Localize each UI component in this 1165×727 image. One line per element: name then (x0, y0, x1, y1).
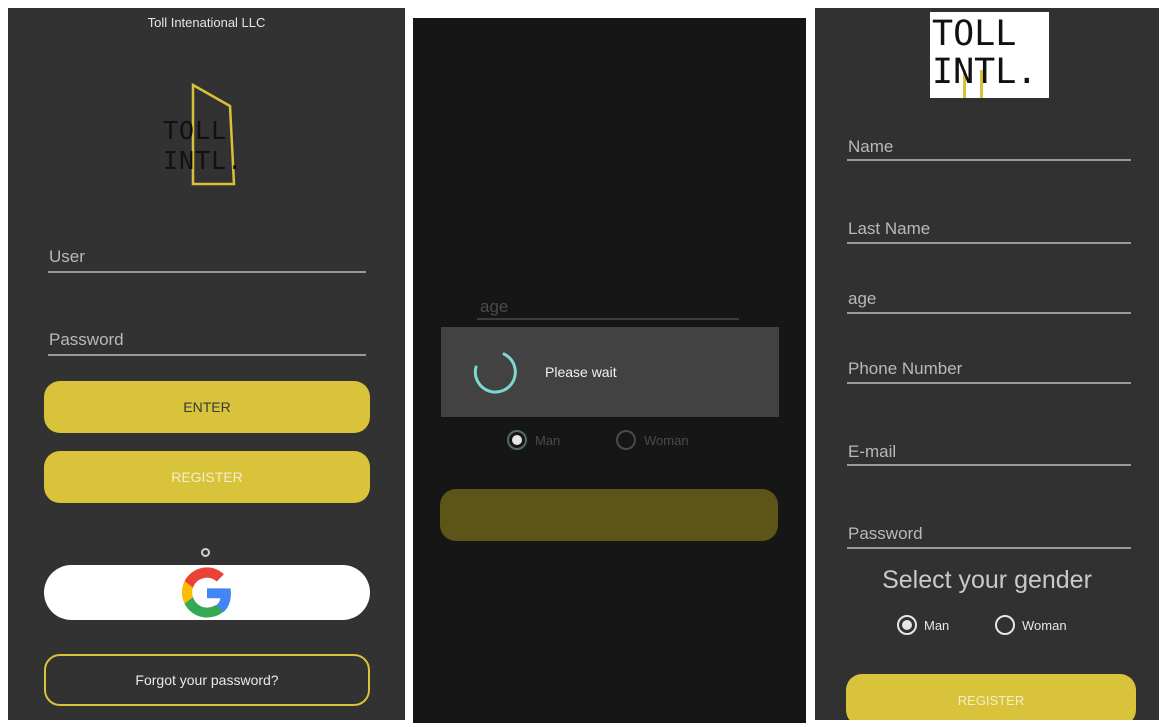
register-button-label: REGISTER (171, 469, 243, 485)
company-name: Toll Intenational LLC (147, 15, 266, 30)
logo-text-line1: TOLL (163, 116, 228, 145)
register-button[interactable]: REGISTER (846, 674, 1136, 720)
google-icon (181, 566, 231, 617)
login-screen: Toll Intenational LLC TOLL INTL. User Pa… (8, 8, 405, 720)
email-input[interactable] (847, 464, 1131, 466)
app-logo: TOLL INTL. (158, 80, 258, 190)
enter-button[interactable]: ENTER (44, 381, 370, 433)
forgot-password-label: Forgot your password? (135, 672, 279, 688)
dimmed-submit-button (440, 489, 778, 541)
logo-text-line1: TOLL (932, 14, 1017, 54)
woman-radio-label: Woman (1022, 618, 1067, 633)
last-name-input[interactable] (847, 242, 1131, 244)
screenshot-collage: Toll Intenational LLC TOLL INTL. User Pa… (0, 0, 1165, 727)
woman-radio-label: Woman (644, 433, 689, 448)
man-radio[interactable] (507, 430, 527, 450)
register-button[interactable]: REGISTER (44, 451, 370, 503)
name-input[interactable] (847, 159, 1131, 161)
man-radio-label: Man (924, 618, 950, 633)
enter-button-label: ENTER (183, 399, 231, 415)
register-screen: TOLL INTL. Name Last Name age Phone Numb… (815, 8, 1159, 720)
loading-spinner-icon (473, 352, 517, 394)
phone-number-input[interactable] (847, 382, 1131, 384)
man-radio-label: Man (535, 433, 561, 448)
forgot-password-button[interactable]: Forgot your password? (44, 654, 370, 706)
phone-number-field-label: Phone Number (848, 359, 963, 378)
user-field-label: User (49, 247, 85, 266)
logo-text-line2: INTL. (163, 146, 244, 175)
email-field-label: E-mail (848, 442, 897, 461)
last-name-field-label: Last Name (848, 219, 931, 238)
age-input[interactable] (847, 312, 1131, 314)
please-wait-dialog: Please wait (441, 327, 779, 417)
woman-radio[interactable] (995, 615, 1015, 635)
password-input[interactable] (48, 354, 366, 356)
password-field-label: Password (49, 330, 124, 349)
loading-screen: age Please wait Man Woman (413, 18, 806, 723)
user-input[interactable] (48, 271, 366, 273)
password-input[interactable] (847, 547, 1131, 549)
man-radio[interactable] (897, 615, 917, 635)
age-field-label: age (848, 289, 877, 308)
register-button-label: REGISTER (957, 692, 1025, 708)
password-field-label: Password (848, 524, 923, 543)
register-logo: TOLL INTL. (930, 12, 1049, 98)
logo-text-line2: INTL. (932, 52, 1038, 92)
name-field-label: Name (848, 137, 894, 156)
dialog-message: Please wait (545, 364, 617, 380)
small-circle-icon (201, 548, 210, 557)
google-signin-button[interactable] (44, 565, 370, 620)
age-input[interactable] (477, 318, 739, 320)
gender-title: Select your gender (882, 566, 1092, 594)
age-field-label: age (480, 297, 509, 316)
woman-radio[interactable] (616, 430, 636, 450)
